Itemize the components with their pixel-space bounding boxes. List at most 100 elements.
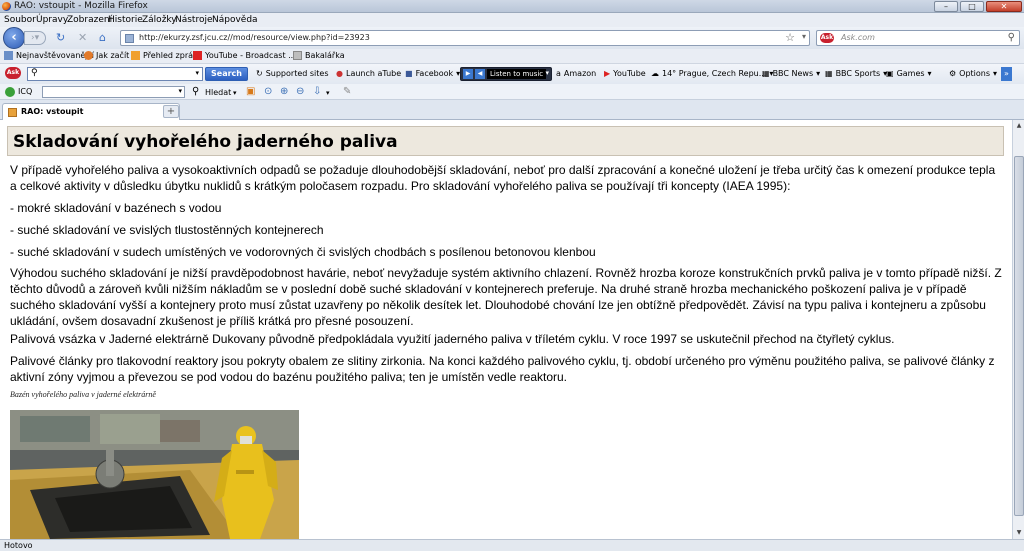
menu-zobrazeni[interactable]: Zobrazení bbox=[67, 15, 112, 25]
ask-search-placeholder[interactable]: Ask.com bbox=[841, 33, 875, 42]
edit-icon[interactable]: ✎ bbox=[343, 86, 351, 98]
toolbar-supported-sites[interactable]: ↻ Supported sites bbox=[256, 69, 329, 78]
bookmark-prehled-zprav[interactable]: Přehled zpráv bbox=[131, 51, 198, 60]
close-window-button[interactable]: ✕ bbox=[986, 1, 1022, 12]
find-icon[interactable]: ⚲ bbox=[192, 86, 199, 98]
heading-box: Skladování vyhořelého jaderného paliva bbox=[7, 126, 1004, 156]
address-url[interactable]: http://ekurzy.zsf.jcu.cz//mod/resource/v… bbox=[139, 33, 370, 42]
ask-search-box[interactable]: Ask Ask.com ⚲ bbox=[816, 30, 1020, 46]
youtube-icon: ▶ bbox=[604, 69, 611, 78]
atube-icon: ● bbox=[336, 69, 343, 78]
search-icon[interactable]: ⚲ bbox=[1008, 32, 1015, 43]
chevron-down-icon[interactable]: ▾ bbox=[233, 87, 237, 99]
toolbar-label: BBC News bbox=[772, 69, 814, 78]
address-bar[interactable]: http://ekurzy.zsf.jcu.cz//mod/resource/v… bbox=[120, 30, 810, 46]
new-tab-button[interactable]: + bbox=[163, 105, 179, 118]
ask-logo-icon[interactable]: Ask bbox=[5, 67, 21, 79]
spent-fuel-pool-photo bbox=[10, 410, 299, 539]
page-content: Skladování vyhořelého jaderného paliva V… bbox=[0, 120, 1012, 539]
bookmark-jak-zacit[interactable]: Jak začít bbox=[84, 51, 129, 60]
zoom-in-icon[interactable]: ⊕ bbox=[280, 86, 288, 98]
toolbar-label: Launch aTube bbox=[345, 69, 402, 78]
toolbar-launch-atube[interactable]: ● Launch aTube bbox=[336, 69, 401, 78]
toolbar-label: Facebook bbox=[415, 69, 454, 78]
stop-icon[interactable]: ✕ bbox=[78, 31, 87, 45]
paragraph-intro: V případě vyhořelého paliva a vysokoakti… bbox=[10, 163, 996, 193]
facebook-icon: ■ bbox=[405, 69, 413, 78]
weather-icon: ☁ bbox=[651, 69, 659, 78]
search-button[interactable]: Search bbox=[205, 67, 248, 81]
menu-upravy[interactable]: Úpravy bbox=[36, 15, 68, 25]
tab-rao-vstoupit[interactable]: RAO: vstoupit bbox=[2, 103, 180, 120]
search-icon: ⚲ bbox=[31, 68, 38, 78]
bbc-icon: ▦ bbox=[825, 69, 833, 78]
bookmark-star-icon[interactable]: ☆ bbox=[785, 31, 795, 44]
chevron-down-icon: ▾ bbox=[927, 69, 932, 78]
zoom-reset-icon[interactable]: ⊙ bbox=[264, 86, 272, 98]
listen-to-music-widget[interactable]: ▶ ◀ Listen to music ▾ bbox=[460, 67, 552, 81]
chevron-down-icon[interactable]: ▾ bbox=[545, 69, 549, 77]
toolbar-overflow-button[interactable]: » bbox=[1001, 67, 1012, 81]
zoom-out-icon[interactable]: ⊖ bbox=[296, 86, 304, 98]
chevron-down-icon[interactable]: ▾ bbox=[326, 87, 330, 99]
icq-flower-icon[interactable] bbox=[5, 87, 15, 97]
find-label[interactable]: Hledat bbox=[205, 87, 231, 99]
chevron-down-icon[interactable]: ▾ bbox=[195, 69, 199, 77]
bookmark-label: Nejnavštěvovanější bbox=[16, 51, 94, 60]
url-dropdown-icon[interactable]: ▾ bbox=[802, 32, 806, 41]
toolbar-bbc-news[interactable]: ▦ BBC News ▾ bbox=[762, 69, 820, 78]
highlight-icon[interactable]: ▣ bbox=[246, 86, 255, 98]
scroll-down-icon[interactable]: ▼ bbox=[1014, 528, 1024, 538]
toolbar-label: Games bbox=[896, 69, 925, 78]
maximize-button[interactable]: □ bbox=[960, 1, 984, 12]
menu-nastroje[interactable]: Nástroje bbox=[175, 15, 213, 25]
toolbar-youtube[interactable]: ▶ YouTube bbox=[604, 69, 646, 78]
toolbar-games[interactable]: ▣ Games ▾ bbox=[886, 69, 932, 78]
bookmark-youtube[interactable]: YouTube - Broadcast ... bbox=[193, 51, 296, 60]
tab-strip: RAO: vstoupit + bbox=[0, 100, 1024, 120]
chevron-down-icon[interactable]: ▾ bbox=[178, 87, 182, 95]
bookmark-label: YouTube - Broadcast ... bbox=[205, 51, 296, 60]
minimize-button[interactable]: – bbox=[934, 1, 958, 12]
icq-label[interactable]: ICQ bbox=[18, 87, 32, 96]
bookmark-label: Přehled zpráv bbox=[143, 51, 198, 60]
amazon-icon: a bbox=[556, 69, 561, 78]
bookmarks-toolbar: Nejnavštěvovanější Jak začít Přehled zpr… bbox=[0, 49, 1024, 64]
scroll-up-icon[interactable]: ▲ bbox=[1014, 121, 1024, 131]
refresh-icon: ↻ bbox=[256, 69, 263, 78]
status-bar: Hotovo bbox=[0, 539, 1024, 551]
bookmark-bakalarka[interactable]: Bakalářka bbox=[293, 51, 345, 60]
home-icon[interactable]: ⌂ bbox=[99, 31, 106, 45]
vertical-scrollbar[interactable]: ▲ ▼ bbox=[1012, 120, 1024, 539]
menu-soubor[interactable]: Soubor bbox=[4, 15, 36, 25]
firefox-icon bbox=[2, 2, 11, 11]
toolbar-facebook[interactable]: ■ Facebook ▾ bbox=[405, 69, 460, 78]
toolbar-label: 14° Prague, Czech Repu... bbox=[662, 69, 767, 78]
icq-search-input[interactable]: ▾ bbox=[42, 86, 185, 98]
scrollbar-thumb[interactable] bbox=[1014, 156, 1024, 516]
toolbar-weather[interactable]: ☁ 14° Prague, Czech Repu... ▾ bbox=[651, 69, 773, 78]
bookmark-nejnavstevovanejsi[interactable]: Nejnavštěvovanější bbox=[4, 51, 94, 60]
ask-toolbar: Ask ⚲ ▾ Search ↻ Supported sites ● Launch … bbox=[0, 64, 1024, 84]
toolbar-label: Options bbox=[959, 69, 991, 78]
ask-logo-icon: Ask bbox=[820, 33, 834, 43]
tab-label: RAO: vstoupit bbox=[21, 107, 84, 116]
play-icon[interactable]: ▶ bbox=[463, 69, 473, 79]
toolbar-label: YouTube bbox=[613, 69, 646, 78]
menu-napoveda[interactable]: Nápověda bbox=[212, 15, 258, 25]
menu-historie[interactable]: Historie bbox=[108, 15, 143, 25]
toolbar-search-input[interactable]: ⚲ ▾ bbox=[27, 67, 203, 81]
download-icon[interactable]: ⇩ bbox=[313, 86, 321, 98]
toolbar-amazon[interactable]: a Amazon bbox=[556, 69, 596, 78]
volume-icon[interactable]: ◀ bbox=[475, 69, 485, 79]
toolbar-options[interactable]: ⚙ Options ▾ bbox=[949, 69, 997, 78]
navigation-toolbar: ‹ ›▾ ↻ ✕ ⌂ http://ekurzy.zsf.jcu.cz//mod… bbox=[0, 27, 1024, 49]
back-button[interactable]: ‹ bbox=[3, 27, 25, 49]
forward-button[interactable]: ›▾ bbox=[24, 31, 46, 45]
chevron-down-icon: ▾ bbox=[993, 69, 998, 78]
paragraph-dry-storage: Výhodou suchého skladování je nižší prav… bbox=[10, 266, 1002, 328]
toolbar-bbc-sports[interactable]: ▦ BBC Sports ▾ bbox=[825, 69, 887, 78]
reload-icon[interactable]: ↻ bbox=[56, 31, 65, 45]
menu-zalozky[interactable]: Záložky bbox=[142, 15, 177, 25]
games-icon: ▣ bbox=[886, 69, 894, 78]
